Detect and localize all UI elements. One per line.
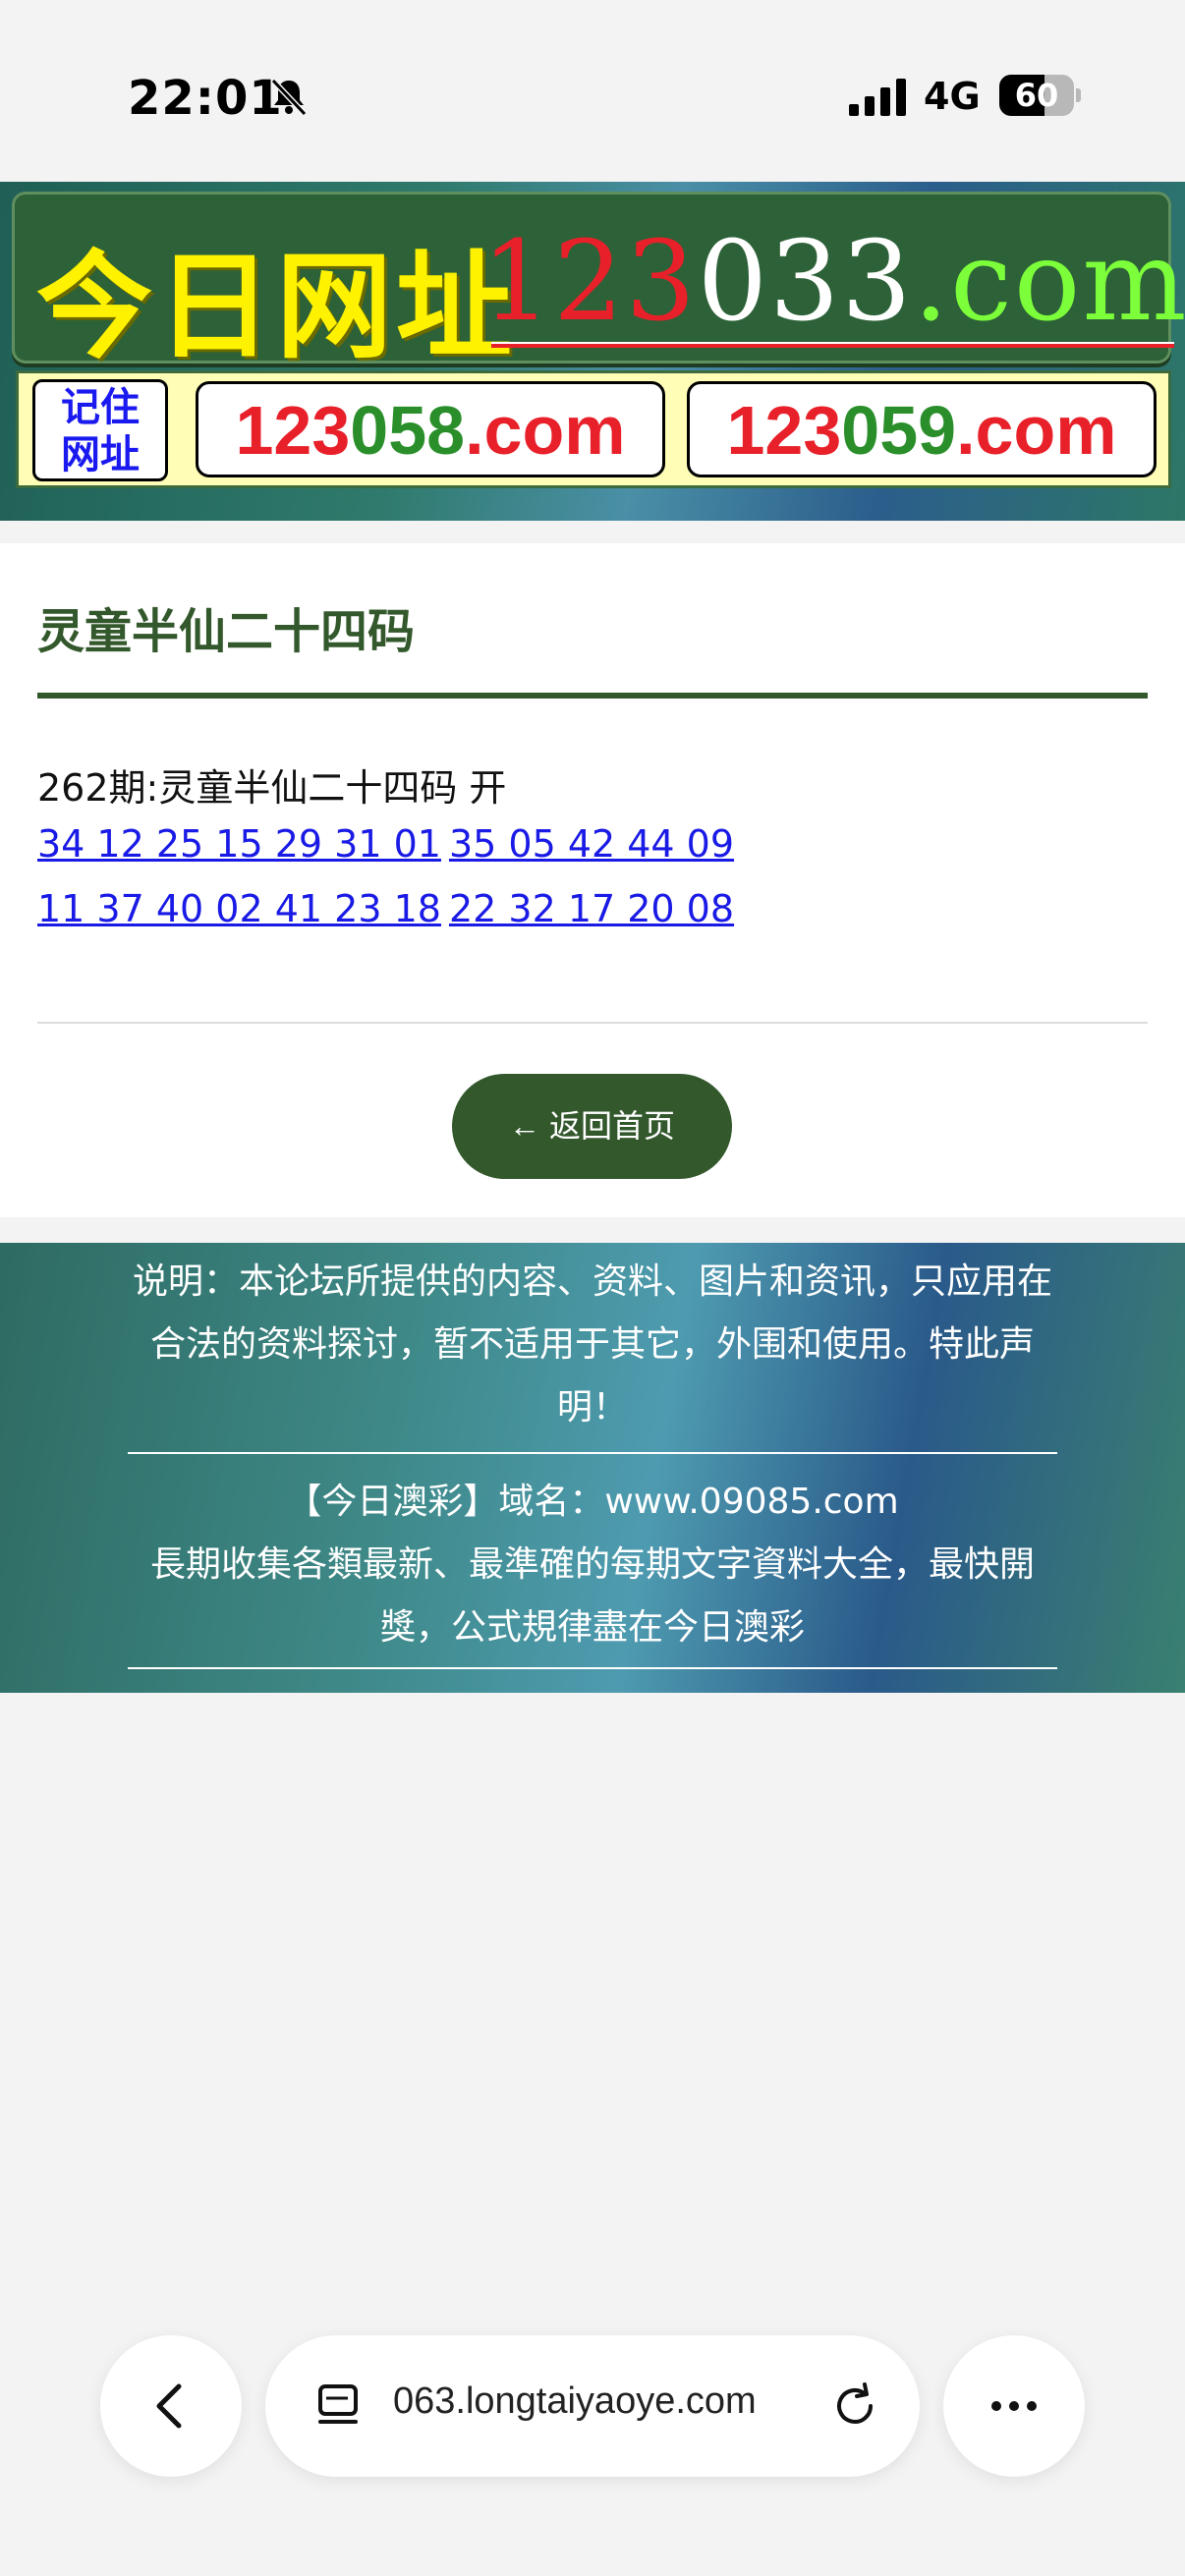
browser-back-button[interactable] (100, 2335, 242, 2477)
title-divider (37, 693, 1148, 699)
content-card: 灵童半仙二十四码 262期:灵童半仙二十四码 开 34 12 25 15 29 … (0, 543, 1185, 1217)
chevron-left-icon (156, 2383, 182, 2429)
mirror1-tld: .com (465, 392, 626, 469)
banner-domain-tld: .com (913, 218, 1185, 346)
network-type: 4G (924, 75, 981, 118)
number-group-link[interactable]: 34 12 25 15 29 31 01 (37, 822, 441, 866)
mirror-domain-2[interactable]: 123059.com (687, 381, 1157, 477)
banner-headline: 今日网址 123033.com (12, 192, 1185, 374)
banner-domain-red: 123 (481, 218, 698, 346)
mirror1-green: 058 (350, 392, 466, 469)
mirror2-tld: .com (956, 392, 1117, 469)
cellular-signal-icon (849, 79, 906, 116)
mirror-domain-1[interactable]: 123058.com (196, 381, 665, 477)
footer-divider (128, 1452, 1057, 1454)
remember-line-2: 网址 (61, 432, 140, 477)
browser-more-button[interactable] (943, 2335, 1085, 2477)
tabs-icon (318, 2384, 358, 2424)
site-banner[interactable]: 今日网址 123033.com 记住 网址 123058.com 123059.… (0, 182, 1185, 521)
footer-info: 【今日澳彩】域名：www.09085.com 長期收集各類最新、最準確的每期文字… (128, 1471, 1057, 1659)
remember-line-1: 记住 (61, 385, 140, 430)
banner-domain: 123033.com (481, 218, 1185, 346)
footer-disclaimer: 说明：本论坛所提供的内容、资料、图片和资讯，只应用在合法的资料探讨，暂不适用于其… (132, 1261, 1052, 1428)
battery-level: 60 (1014, 77, 1059, 114)
number-group-link[interactable]: 22 32 17 20 08 (449, 887, 734, 930)
battery-icon: 60 (999, 75, 1081, 116)
banner-underline (491, 342, 1174, 348)
number-group-link[interactable]: 35 05 42 44 09 (449, 822, 734, 866)
mirror1-red: 123 (235, 392, 351, 469)
footer-domain: 【今日澳彩】域名：www.09085.com (286, 1482, 899, 1522)
more-icon (991, 2401, 1037, 2411)
back-home-button[interactable]: ← 返回首页 (452, 1074, 732, 1179)
issue-line: 262期:灵童半仙二十四码 开 (37, 766, 507, 810)
mirror2-green: 059 (841, 392, 957, 469)
mirror-domains: 记住 网址 123058.com 123059.com (16, 370, 1171, 488)
number-row-2: 11 37 40 02 41 23 18 22 32 17 20 08 (37, 887, 742, 930)
bell-muted-icon (270, 78, 308, 117)
content-divider (37, 1022, 1148, 1024)
status-bar: 22:01 4G 60 (0, 0, 1185, 187)
footer-tagline: 長期收集各類最新、最準確的每期文字資料大全，最快開獎，公式規律盡在今日澳彩 (149, 1544, 1035, 1648)
mirror2-red: 123 (726, 392, 842, 469)
number-group-link[interactable]: 11 37 40 02 41 23 18 (37, 887, 441, 930)
section-title: 灵童半仙二十四码 (37, 604, 416, 659)
banner-title: 今日网址 (36, 239, 517, 374)
remember-badge: 记住 网址 (32, 379, 168, 481)
status-time: 22:01 (128, 71, 283, 126)
number-row-1: 34 12 25 15 29 31 01 35 05 42 44 09 (37, 822, 742, 866)
reload-icon[interactable] (827, 2379, 882, 2434)
url-text: 063.longtaiyaoye.com (393, 2380, 757, 2422)
footer-divider (128, 1667, 1057, 1669)
site-footer: 说明：本论坛所提供的内容、资料、图片和资讯，只应用在合法的资料探讨，暂不适用于其… (0, 1243, 1185, 1693)
address-bar[interactable]: 063.longtaiyaoye.com (265, 2335, 920, 2477)
banner-domain-white: 033 (697, 218, 914, 346)
